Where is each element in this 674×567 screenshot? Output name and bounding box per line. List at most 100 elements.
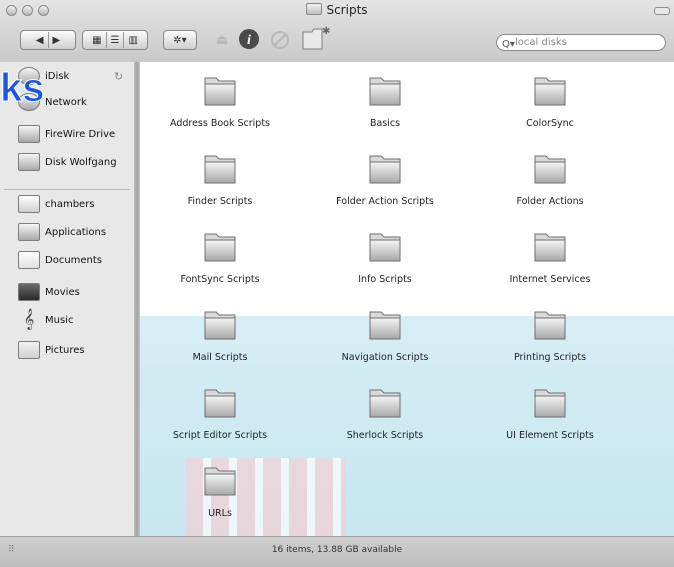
folder-icon xyxy=(532,228,568,264)
folder-label: Basics xyxy=(369,118,401,129)
music-icon: 𝄞 xyxy=(23,309,35,330)
back-forward-control: ◀ ▶ xyxy=(20,30,76,50)
folder-icon xyxy=(202,228,238,264)
folder-item[interactable]: UI Element Scripts xyxy=(470,384,630,462)
window-title: Scripts xyxy=(0,3,674,17)
folder-label: Script Editor Scripts xyxy=(172,430,268,441)
forward-arrow-icon[interactable]: ▶ xyxy=(53,35,61,46)
folder-label: Folder Actions xyxy=(516,196,584,207)
svg-text:✱: ✱ xyxy=(322,26,330,37)
folder-label: FontSync Scripts xyxy=(180,274,260,285)
folder-label: Navigation Scripts xyxy=(341,352,429,363)
status-bar: 16 items, 13.88 GB available ⠿ xyxy=(0,536,674,567)
folder-item[interactable]: URLs xyxy=(140,462,300,536)
svg-text:i: i xyxy=(247,33,251,48)
pictures-icon xyxy=(18,341,40,359)
folder-icon xyxy=(367,228,403,264)
status-text: 16 items, 13.88 GB available xyxy=(271,545,403,555)
sidebar-item-label: iDisk xyxy=(45,70,70,82)
sync-icon[interactable]: ↻ xyxy=(114,70,123,83)
folder-item[interactable]: Folder Actions xyxy=(470,150,630,228)
folder-icon xyxy=(202,150,238,186)
folder-item[interactable]: Navigation Scripts xyxy=(305,306,465,384)
folder-icon xyxy=(202,384,238,420)
sidebar-item-disk-wolfgang[interactable]: Disk Wolfgang xyxy=(18,150,130,174)
search-placeholder: local disks xyxy=(515,37,567,48)
folder-icon xyxy=(202,462,238,498)
sidebar-item-label: Documents xyxy=(45,254,103,266)
folder-item[interactable]: Script Editor Scripts xyxy=(140,384,300,462)
disk-icon xyxy=(18,153,40,171)
folder-label: Finder Scripts xyxy=(187,196,253,207)
folder-item[interactable]: ColorSync xyxy=(470,72,630,150)
applications-icon xyxy=(18,223,40,241)
icon-view-icon[interactable]: ▦ xyxy=(92,35,101,46)
folder-item[interactable]: Info Scripts xyxy=(305,228,465,306)
folder-item[interactable]: Internet Services xyxy=(470,228,630,306)
sidebar-item-label: chambers xyxy=(45,198,95,210)
sidebar-item-label: Movies xyxy=(45,286,80,298)
folder-contents: Address Book Scripts Basics ColorSync Finde… xyxy=(140,62,674,536)
sidebar-item-label: FireWire Drive xyxy=(45,128,116,140)
sidebar-item-label: Pictures xyxy=(45,344,85,356)
sidebar-item-applications[interactable]: Applications xyxy=(18,220,130,244)
folder-item[interactable]: FontSync Scripts xyxy=(140,228,300,306)
burn-icon[interactable] xyxy=(270,30,290,50)
folder-icon xyxy=(306,3,323,15)
sidebar-item-music[interactable]: 𝄞 Music xyxy=(18,308,130,332)
gear-icon: ✲▾ xyxy=(173,34,187,46)
folder-label: Info Scripts xyxy=(358,274,412,285)
folder-icon xyxy=(532,306,568,342)
overlay-text: ks xyxy=(0,66,45,110)
folder-icon xyxy=(202,72,238,108)
folder-icon xyxy=(532,72,568,108)
list-view-icon[interactable]: ☰ xyxy=(111,35,120,46)
sidebar-item-label: Network xyxy=(45,96,87,108)
action-menu-button[interactable]: ✲▾ xyxy=(163,30,197,50)
folder-icon xyxy=(367,306,403,342)
folder-item[interactable]: Sherlock Scripts xyxy=(305,384,465,462)
sidebar-item-label: Music xyxy=(45,314,74,326)
resize-grip-left-icon: ⠿ xyxy=(8,545,15,555)
folder-label: Sherlock Scripts xyxy=(346,430,424,441)
sidebar-separator xyxy=(4,189,130,190)
folder-icon xyxy=(367,72,403,108)
folder-label: ColorSync xyxy=(526,118,574,129)
sidebar-item-documents[interactable]: Documents xyxy=(18,248,130,272)
info-icon[interactable]: i xyxy=(238,28,260,50)
search-field[interactable]: Q▾ local disks xyxy=(496,34,666,51)
folder-icon xyxy=(532,384,568,420)
folder-item[interactable]: Basics xyxy=(305,72,465,150)
home-icon xyxy=(18,195,40,213)
sidebar-item-movies[interactable]: Movies xyxy=(18,280,130,304)
finder-window: Scripts ◀ ▶ ▦ ☰ ▥ ✲▾ ⏏ i ✱ Q▾ local disk… xyxy=(0,0,674,567)
folder-label: Printing Scripts xyxy=(513,352,587,363)
folder-label: Mail Scripts xyxy=(192,352,248,363)
sidebar-item-pictures[interactable]: Pictures xyxy=(18,338,130,362)
firewire-drive-icon xyxy=(18,125,40,143)
search-icon: Q▾ xyxy=(502,39,515,50)
window-title-text: Scripts xyxy=(326,3,368,17)
title-bar: Scripts ◀ ▶ ▦ ☰ ▥ ✲▾ ⏏ i ✱ Q▾ local disk… xyxy=(0,0,674,63)
sidebar-item-chambers[interactable]: chambers xyxy=(18,192,130,216)
eject-icon[interactable]: ⏏ xyxy=(212,30,232,50)
sidebar-item-firewire-drive[interactable]: FireWire Drive xyxy=(18,122,130,146)
sidebar-item-label: Disk Wolfgang xyxy=(45,156,117,168)
folder-label: Address Book Scripts xyxy=(169,118,271,129)
folder-item[interactable]: Finder Scripts xyxy=(140,150,300,228)
folder-item[interactable]: Address Book Scripts xyxy=(140,72,300,150)
folder-item[interactable]: Printing Scripts xyxy=(470,306,630,384)
folder-icon xyxy=(532,150,568,186)
folder-icon xyxy=(367,150,403,186)
movies-icon xyxy=(18,283,40,301)
folder-item[interactable]: Folder Action Scripts xyxy=(305,150,465,228)
folder-item[interactable]: Mail Scripts xyxy=(140,306,300,384)
back-arrow-icon[interactable]: ◀ xyxy=(36,35,44,46)
sidebar-item-label: Applications xyxy=(45,226,107,238)
column-view-icon[interactable]: ▥ xyxy=(128,35,137,46)
new-folder-icon[interactable]: ✱ xyxy=(300,24,330,52)
folder-icon xyxy=(367,384,403,420)
toolbar-toggle-button[interactable] xyxy=(654,7,670,15)
documents-icon xyxy=(18,251,40,269)
folder-label: Folder Action Scripts xyxy=(336,196,434,207)
